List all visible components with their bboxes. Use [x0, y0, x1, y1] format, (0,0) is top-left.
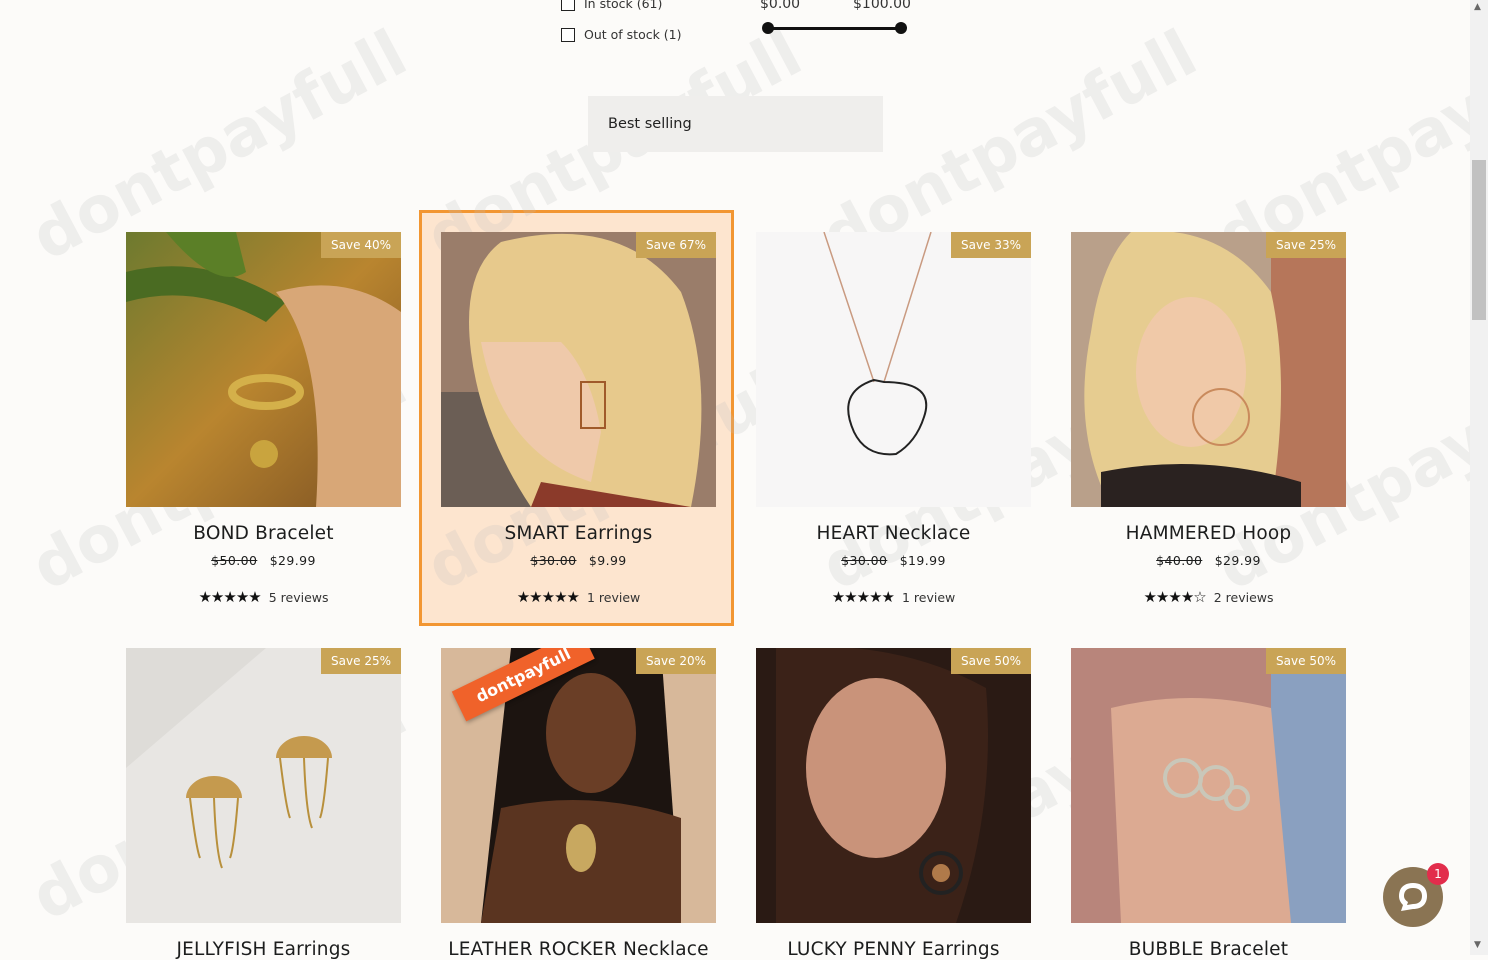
- product-card[interactable]: Save 25% HAMMERED Hoop $40.00 $29.99 ★★★…: [1071, 232, 1346, 606]
- jellyfish-earrings-photo: [126, 648, 401, 923]
- product-card[interactable]: Save 33% HEART Necklace $30.00 $19.99 ★★…: [756, 232, 1031, 606]
- earrings-model-photo: [441, 232, 716, 507]
- slider-max-handle[interactable]: [895, 22, 907, 34]
- product-image[interactable]: Save 33%: [756, 232, 1031, 507]
- product-title[interactable]: LEATHER ROCKER Necklace: [441, 939, 716, 960]
- product-title[interactable]: HAMMERED Hoop: [1071, 523, 1346, 544]
- save-badge: Save 33%: [951, 232, 1031, 258]
- chat-bubble-icon: [1399, 883, 1427, 911]
- price-row: $30.00 $9.99: [441, 553, 716, 568]
- star-rating-icon: ★★★★★: [198, 588, 261, 606]
- filter-in-stock[interactable]: In stock (61): [561, 0, 662, 11]
- sale-price: $19.99: [899, 553, 946, 568]
- sale-price: $9.99: [588, 553, 627, 568]
- product-image[interactable]: Save 25%: [126, 648, 401, 923]
- penny-earrings-model-photo: [756, 648, 1031, 923]
- compare-price: $50.00: [211, 553, 258, 568]
- compare-price: $30.00: [841, 553, 888, 568]
- scrollbar[interactable]: ▲ ▼: [1470, 0, 1488, 955]
- product-card[interactable]: Save 67% SMART Earrings $30.00 $9.99 ★★★…: [419, 210, 734, 626]
- product-image[interactable]: Save 50%: [1071, 648, 1346, 923]
- save-badge: Save 20%: [636, 648, 716, 674]
- product-image[interactable]: Save 67%: [441, 232, 716, 507]
- star-rating-icon: ★★★★☆: [1143, 588, 1206, 606]
- price-row: $40.00 $29.99: [1071, 553, 1346, 568]
- product-title[interactable]: LUCKY PENNY Earrings: [756, 939, 1031, 960]
- save-badge: Save 50%: [951, 648, 1031, 674]
- filter-out-of-stock[interactable]: Out of stock (1): [561, 27, 682, 42]
- product-title[interactable]: BOND Bracelet: [126, 523, 401, 544]
- scroll-up-icon[interactable]: ▲: [1474, 2, 1481, 12]
- rating-row: ★★★★★ 5 reviews: [126, 588, 401, 606]
- save-badge: Save 50%: [1266, 648, 1346, 674]
- product-title[interactable]: HEART Necklace: [756, 523, 1031, 544]
- price-max-label: $100.00: [853, 0, 911, 12]
- rating-row: ★★★★★ 1 review: [441, 588, 716, 606]
- save-badge: Save 25%: [321, 648, 401, 674]
- rating-row: ★★★★★ 1 review: [756, 588, 1031, 606]
- scroll-down-icon[interactable]: ▼: [1474, 940, 1481, 950]
- checkbox[interactable]: [561, 0, 575, 11]
- star-rating-icon: ★★★★★: [831, 588, 895, 606]
- save-badge: Save 67%: [636, 232, 716, 258]
- sort-selected-value: Best selling: [608, 116, 692, 132]
- review-count: 5 reviews: [268, 589, 329, 605]
- checkbox[interactable]: [561, 27, 575, 42]
- filter-label: Out of stock (1): [584, 27, 682, 42]
- price-min-label: $0.00: [760, 0, 801, 12]
- slider-min-handle[interactable]: [762, 22, 774, 34]
- bubble-bracelet-photo: [1071, 648, 1346, 923]
- notification-badge: 1: [1427, 863, 1449, 885]
- product-title[interactable]: SMART Earrings: [441, 523, 716, 544]
- product-card[interactable]: Save 25% JELLYFISH Earrings: [126, 648, 401, 960]
- product-card[interactable]: Save 50% LUCKY PENNY Earrings: [756, 648, 1031, 960]
- product-image[interactable]: dontpayfull Save 20%: [441, 648, 716, 923]
- product-card[interactable]: Save 40% BOND Bracelet $50.00 $29.99 ★★★…: [126, 232, 401, 606]
- product-image[interactable]: Save 40%: [126, 232, 401, 507]
- filter-label: In stock (61): [584, 0, 663, 11]
- hoop-earrings-model-photo: [1071, 232, 1346, 507]
- product-image[interactable]: Save 50%: [756, 648, 1031, 923]
- heart-necklace-photo: [756, 232, 1031, 507]
- sale-price: $29.99: [269, 553, 316, 568]
- review-count: 1 review: [901, 589, 956, 605]
- star-rating-icon: ★★★★★: [516, 588, 580, 606]
- chat-button[interactable]: 1: [1383, 863, 1449, 927]
- review-count: 1 review: [586, 589, 641, 605]
- review-count: 2 reviews: [1213, 589, 1274, 605]
- save-badge: Save 25%: [1266, 232, 1346, 258]
- save-badge: Save 40%: [321, 232, 401, 258]
- sort-select[interactable]: Best selling: [588, 96, 883, 152]
- compare-price: $30.00: [530, 553, 577, 568]
- bracelet-photo: [126, 232, 401, 507]
- sale-price: $29.99: [1214, 553, 1261, 568]
- product-card[interactable]: dontpayfull Save 20% LEATHER ROCKER Neck…: [441, 648, 716, 960]
- compare-price: $40.00: [1156, 553, 1203, 568]
- price-row: $30.00 $19.99: [756, 553, 1031, 568]
- price-row: $50.00 $29.99: [126, 553, 401, 568]
- product-image[interactable]: Save 25%: [1071, 232, 1346, 507]
- scroll-thumb[interactable]: [1472, 160, 1486, 320]
- price-range-slider[interactable]: [762, 22, 907, 34]
- product-card[interactable]: Save 50% BUBBLE Bracelet: [1071, 648, 1346, 960]
- product-title[interactable]: JELLYFISH Earrings: [126, 939, 401, 960]
- rating-row: ★★★★☆ 2 reviews: [1071, 588, 1346, 606]
- product-title[interactable]: BUBBLE Bracelet: [1071, 939, 1346, 960]
